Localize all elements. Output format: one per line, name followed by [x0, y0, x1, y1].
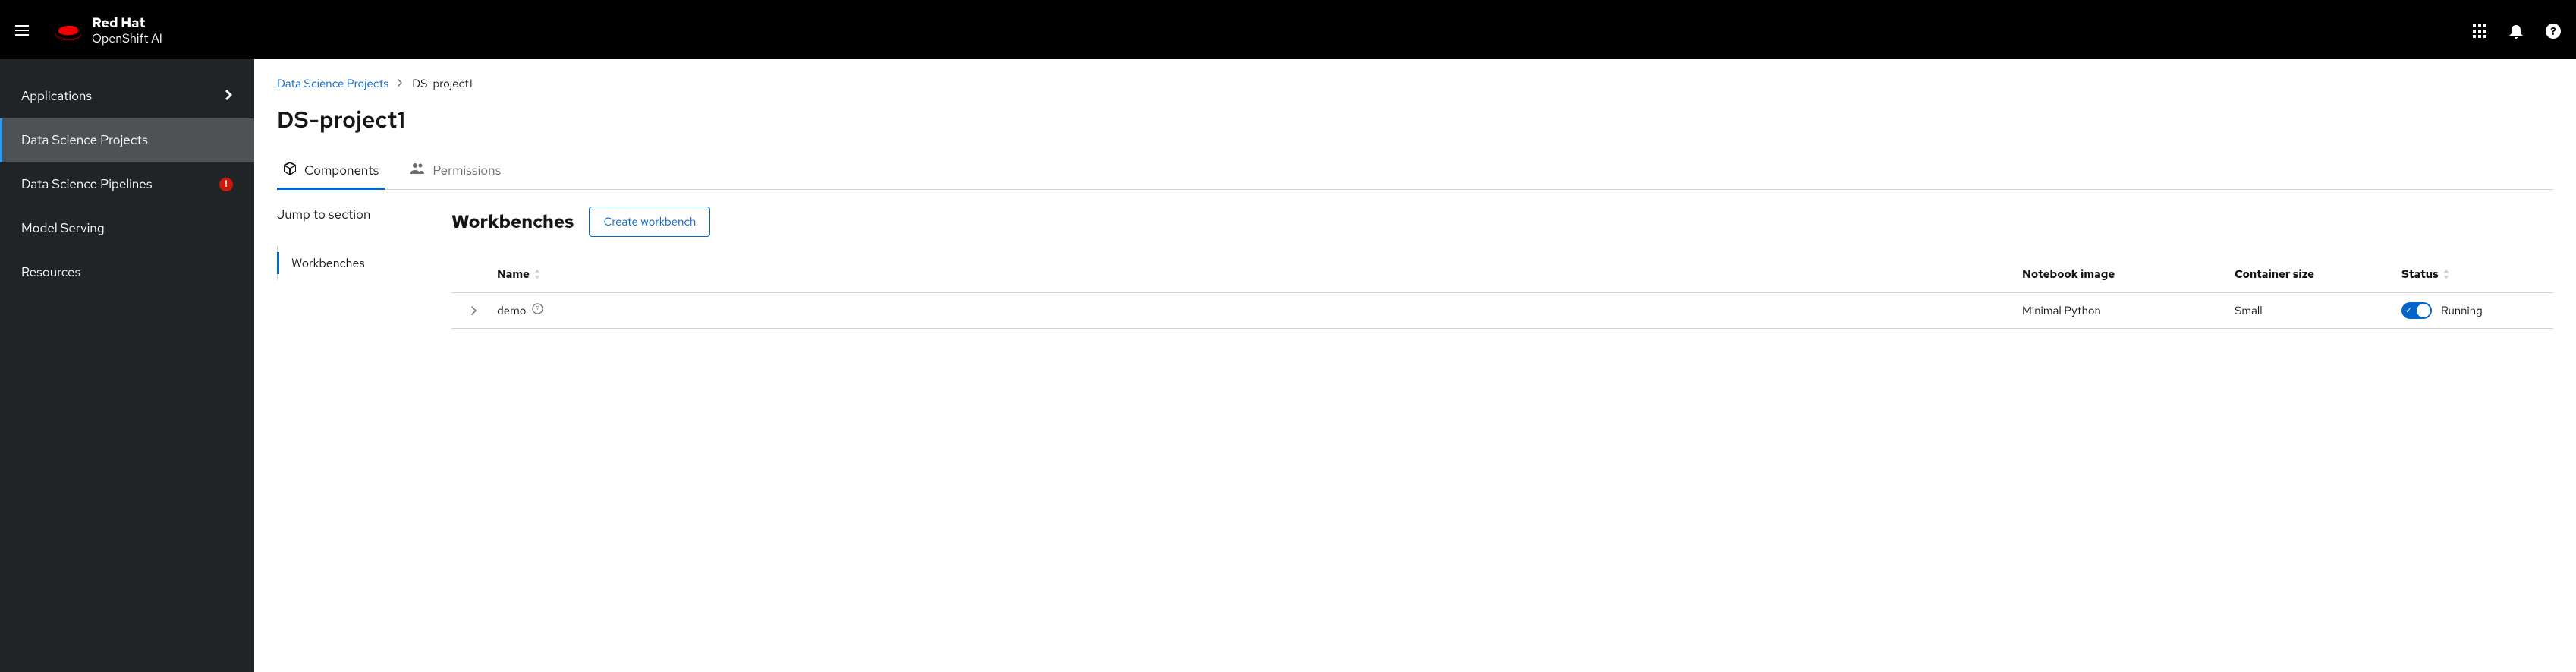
- page-title: DS-project1: [277, 105, 2553, 135]
- section-title: Workbenches: [451, 210, 574, 234]
- jump-item-label: Workbenches: [291, 255, 365, 271]
- brand-logo[interactable]: Red Hat OpenShift AI: [52, 16, 162, 46]
- sidebar-item-model-serving[interactable]: Model Serving: [0, 207, 254, 251]
- sidebar-item-label: Data Science Projects: [21, 132, 148, 149]
- main-header: Red Hat OpenShift AI ?: [0, 2, 2576, 59]
- sidebar-item-label: Model Serving: [21, 220, 105, 237]
- users-icon: [410, 162, 425, 179]
- workbench-image: Minimal Python: [2022, 303, 2235, 318]
- breadcrumb: Data Science Projects DS-project1: [277, 76, 2553, 91]
- svg-text:?: ?: [2550, 25, 2556, 39]
- chevron-right-icon: [398, 77, 403, 90]
- tabs: Components Permissions: [277, 154, 2553, 190]
- warning-badge-icon: !: [219, 178, 233, 191]
- workbench-status: Running: [2441, 303, 2483, 318]
- svg-text:?: ?: [536, 304, 539, 314]
- main-content: Data Science Projects DS-project1 DS-pro…: [254, 59, 2576, 672]
- sidebar-item-applications[interactable]: Applications: [0, 74, 254, 118]
- tab-permissions[interactable]: Permissions: [404, 154, 507, 189]
- redhat-logo-icon: [52, 19, 84, 42]
- column-header-image: Notebook image: [2022, 267, 2235, 282]
- tab-components[interactable]: Components: [277, 154, 385, 189]
- cube-icon: [283, 162, 297, 180]
- sidebar-item-data-science-pipelines[interactable]: Data Science Pipelines !: [0, 162, 254, 207]
- workbench-name: demo: [497, 303, 526, 318]
- workbenches-table: Name Notebook image Container size: [451, 256, 2553, 329]
- sidebar-item-resources[interactable]: Resources: [0, 251, 254, 295]
- breadcrumb-link[interactable]: Data Science Projects: [277, 76, 388, 91]
- sidebar-item-label: Resources: [21, 264, 80, 281]
- brand-name: Red Hat: [92, 16, 162, 32]
- jump-title: Jump to section: [277, 207, 451, 223]
- expand-row-button[interactable]: [451, 306, 497, 315]
- tab-label: Components: [304, 162, 379, 179]
- chevron-right-icon: [225, 88, 233, 105]
- table-row: demo ? Minimal Python Small ✓ R: [451, 293, 2553, 329]
- sort-icon: [2443, 269, 2449, 279]
- check-icon: ✓: [2405, 305, 2412, 316]
- status-toggle[interactable]: ✓: [2401, 302, 2432, 319]
- sidebar-item-label: Data Science Pipelines: [21, 176, 153, 193]
- notifications-bell-icon[interactable]: [2509, 24, 2523, 39]
- sidebar-item-label: Applications: [21, 88, 92, 105]
- workbench-size: Small: [2235, 303, 2401, 318]
- sidebar-nav: Applications Data Science Projects Data …: [0, 59, 254, 672]
- jump-item-workbenches[interactable]: Workbenches: [278, 246, 451, 280]
- help-circle-icon[interactable]: ?: [532, 303, 543, 318]
- help-icon[interactable]: ?: [2546, 24, 2561, 39]
- apps-grid-icon[interactable]: [2473, 24, 2486, 38]
- brand-product: OpenShift AI: [92, 32, 162, 46]
- sort-icon: [534, 269, 540, 279]
- jump-to-section: Jump to section Workbenches: [277, 207, 451, 329]
- sidebar-item-data-science-projects[interactable]: Data Science Projects: [0, 118, 254, 162]
- create-workbench-button[interactable]: Create workbench: [589, 207, 710, 237]
- breadcrumb-current: DS-project1: [412, 76, 472, 91]
- tab-label: Permissions: [432, 162, 501, 179]
- column-header-status[interactable]: Status: [2401, 267, 2553, 282]
- hamburger-menu-button[interactable]: [15, 21, 33, 39]
- column-header-size: Container size: [2235, 267, 2401, 282]
- column-header-name[interactable]: Name: [497, 267, 1977, 282]
